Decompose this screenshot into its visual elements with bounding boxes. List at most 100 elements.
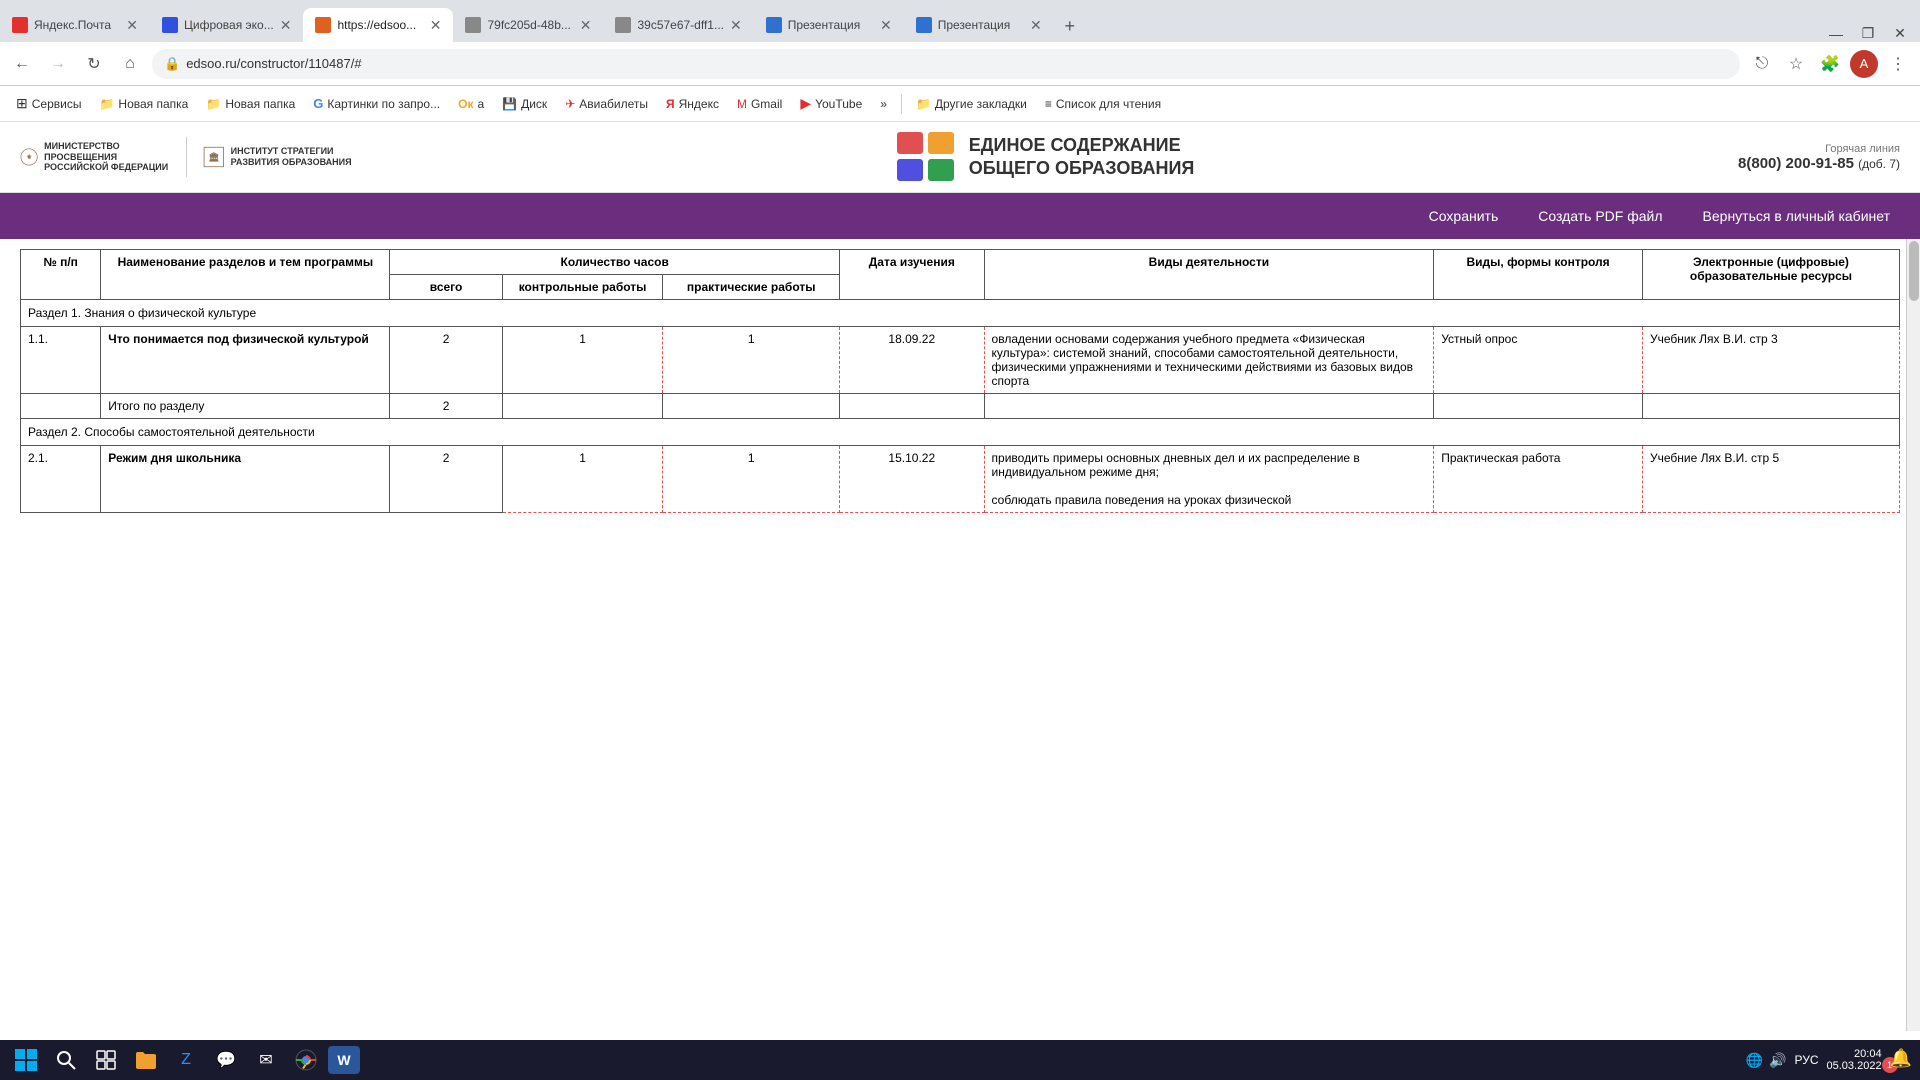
bookmark-disk[interactable]: 💾 Диск [494,93,555,115]
zoom-button[interactable]: Z [168,1042,204,1078]
bookmark-reading-list[interactable]: ≡ Список для чтения [1037,93,1169,115]
bookmark-yandex[interactable]: Я Яндекс [658,93,727,115]
chrome-button[interactable] [288,1042,324,1078]
bookmark-youtube[interactable]: ▶ YouTube [792,91,870,116]
tab-close-icon[interactable]: ✕ [1030,17,1042,34]
mail-button[interactable]: ✉ [248,1042,284,1078]
tab-title: Презентация [788,18,874,32]
search-icon [56,1050,76,1070]
tab-edsoo[interactable]: https://edsoo... ✕ [303,8,453,42]
list-icon: ≡ [1045,97,1052,111]
tab-title: Яндекс.Почта [34,18,120,32]
folder-icon: 📁 [916,97,931,111]
bookmark-gmail[interactable]: M Gmail [729,93,790,115]
bookmark-google[interactable]: G Картинки по запро... [305,92,448,115]
tab-close-icon[interactable]: ✕ [280,17,292,34]
total-empty6 [1642,394,1899,419]
tab-presentation2[interactable]: Презентация ✕ [904,8,1054,42]
network-icon: 🌐 [1746,1052,1763,1069]
tab-presentation1[interactable]: Презентация ✕ [754,8,904,42]
tab-title: https://edsoo... [337,18,423,32]
tab-title: 79fc205d-48b... [487,18,573,32]
cell-activities-editable[interactable]: приводить примеры основных дневных дел и… [984,446,1434,513]
share-icon[interactable]: ⎋ [1748,50,1776,78]
table-header-row: № п/п Наименование разделов и тем програ… [21,250,1900,275]
bookmark-icon[interactable]: ☆ [1782,50,1810,78]
cabinet-button[interactable]: Вернуться в личный кабинет [1703,208,1890,224]
tab-close-icon[interactable]: ✕ [580,17,592,34]
bookmark-folder1[interactable]: 📁 Новая папка [91,93,196,115]
tab-close-icon[interactable]: ✕ [126,17,138,34]
minimize-button[interactable]: — [1824,26,1848,42]
restore-button[interactable]: ❐ [1856,25,1880,42]
table-row: 2.1. Режим дня школьника 2 1 1 15.10.22 … [21,446,1900,513]
profile-icon[interactable]: А [1850,50,1878,78]
cell-hours-practice-editable[interactable]: 1 [663,446,840,513]
section-1-header-row: Раздел 1. Знания о физической культуре [21,300,1900,327]
cell-date-editable[interactable]: 15.10.22 [840,446,985,513]
tab-favicon [766,17,782,33]
reload-button[interactable]: ↻ [80,50,108,78]
cell-hours-control-editable[interactable]: 1 [502,446,663,513]
folder-icon: 📁 [99,97,114,111]
menu-icon[interactable]: ⋮ [1884,50,1912,78]
url-text: edsoo.ru/constructor/110487/# [186,56,361,71]
notification-area[interactable]: 🔔 1 [1890,1048,1912,1073]
bookmarks-separator [901,94,902,114]
bookmarks-bar: ⊞ Сервисы 📁 Новая папка 📁 Новая папка G … [0,86,1920,122]
back-button[interactable]: ← [8,50,36,78]
chat-button[interactable]: 💬 [208,1042,244,1078]
tab-favicon [916,17,932,33]
svg-text:🏛: 🏛 [208,152,219,162]
tab-yandex-mail[interactable]: Яндекс.Почта ✕ [0,8,150,42]
cell-resource-editable[interactable]: Учебние Лях В.И. стр 5 [1642,446,1899,513]
bookmark-other[interactable]: 📁 Другие закладки [908,93,1035,115]
home-button[interactable]: ⌂ [116,50,144,78]
file-explorer-button[interactable] [128,1042,164,1078]
tab-uuid2[interactable]: 39c57e67-dff1... ✕ [603,8,753,42]
cell-hours-control-editable[interactable]: 1 [502,327,663,394]
save-button[interactable]: Сохранить [1429,208,1499,224]
chrome-icon [295,1049,317,1071]
col-hours-control: контрольные работы [502,275,663,300]
cell-control-editable[interactable]: Практическая работа [1434,446,1643,513]
cell-resource-editable[interactable]: Учебник Лях В.И. стр 3 [1642,327,1899,394]
cell-num: 2.1. [21,446,101,513]
tab-close-icon[interactable]: ✕ [730,17,742,34]
taskbar-search-button[interactable] [48,1042,84,1078]
bookmark-label: Список для чтения [1056,97,1161,111]
address-bar[interactable]: 🔒 edsoo.ru/constructor/110487/# [152,49,1740,79]
tab-close-icon[interactable]: ✕ [880,17,892,34]
close-button[interactable]: ✕ [1888,25,1912,42]
bookmark-avia[interactable]: ✈ Авиабилеты [557,93,656,115]
tab-digital[interactable]: Цифровая эко... ✕ [150,8,303,42]
scrollbar[interactable] [1906,239,1920,1031]
start-button[interactable] [8,1042,44,1078]
scroll-thumb[interactable] [1909,241,1919,301]
tab-uuid1[interactable]: 79fc205d-48b... ✕ [453,8,603,42]
section-2-header-row: Раздел 2. Способы самостоятельной деятел… [21,419,1900,446]
bookmark-folder2[interactable]: 📁 Новая папка [198,93,303,115]
cell-date-editable[interactable]: 18.09.22 [840,327,985,394]
site-toolbar: Сохранить Создать PDF файл Вернуться в л… [0,193,1920,239]
tab-favicon [315,17,331,33]
col-control: Виды, формы контроля [1434,250,1643,300]
bookmark-ok[interactable]: Ок a [450,93,492,115]
task-view-button[interactable] [88,1042,124,1078]
extensions-icon[interactable]: 🧩 [1816,50,1844,78]
cell-activities-editable[interactable]: овладении основами содержания учебного п… [984,327,1434,394]
cell-control-editable[interactable]: Устный опрос [1434,327,1643,394]
system-tray: 🌐 🔊 [1746,1052,1787,1069]
taskbar-right: 🌐 🔊 РУС 20:04 05.03.2022 🔔 1 [1746,1048,1912,1073]
avia-icon: ✈ [565,97,575,111]
tab-close-icon[interactable]: ✕ [430,17,442,34]
lang-indicator[interactable]: РУС [1794,1053,1818,1067]
pdf-button[interactable]: Создать PDF файл [1538,208,1662,224]
cell-hours-practice-editable[interactable]: 1 [663,327,840,394]
bookmark-services[interactable]: ⊞ Сервисы [8,91,89,116]
new-tab-button[interactable]: + [1054,10,1086,42]
bookmark-more[interactable]: » [872,93,895,115]
word-button[interactable]: W [328,1046,360,1074]
forward-button[interactable]: → [44,50,72,78]
bookmark-label: a [477,97,484,111]
